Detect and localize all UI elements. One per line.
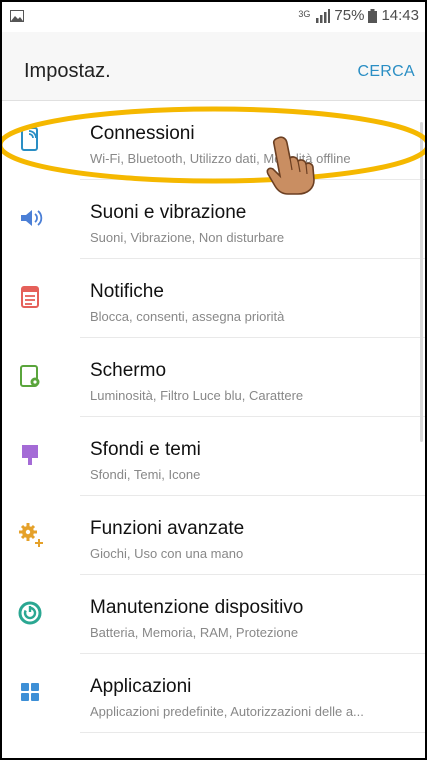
wallpaper-icon — [22, 445, 38, 465]
settings-list: Connessioni Wi-Fi, Bluetooth, Utilizzo d… — [2, 101, 425, 733]
item-subtitle: Applicazioni predefinite, Autorizzazioni… — [90, 704, 364, 719]
pointing-hand-icon — [266, 136, 315, 195]
settings-item-device-maintenance[interactable]: Manutenzione dispositivo Batteria, Memor… — [18, 575, 425, 654]
settings-item-advanced-features[interactable]: Funzioni avanzate Giochi, Uso con una ma… — [19, 496, 425, 575]
device-maintenance-icon — [18, 601, 42, 625]
settings-item-wallpapers[interactable]: Sfondi e temi Sfondi, Temi, Icone — [22, 417, 425, 496]
display-icon — [20, 365, 40, 387]
app-bar: Impostaz. CERCA — [2, 32, 425, 101]
clock: 14:43 — [381, 7, 419, 24]
item-title: Applicazioni — [90, 676, 192, 697]
item-title: Schermo — [90, 360, 167, 381]
item-title: Suoni e vibrazione — [90, 202, 247, 223]
signal-icon — [316, 8, 331, 23]
item-title: Notifiche — [90, 281, 164, 302]
image-icon — [10, 9, 24, 26]
item-subtitle: Giochi, Uso con una mano — [90, 546, 244, 561]
settings-item-display[interactable]: Schermo Luminosità, Filtro Luce blu, Car… — [20, 338, 425, 417]
settings-item-sounds[interactable]: Suoni e vibrazione Suoni, Vibrazione, No… — [21, 180, 425, 259]
advanced-features-icon — [19, 523, 43, 547]
network-type: 3G — [298, 8, 311, 19]
status-bar: 3G 75% 14:43 — [2, 2, 425, 32]
settings-item-applications[interactable]: Applicazioni Applicazioni predefinite, A… — [21, 654, 425, 733]
phone-screen: 3G 75% 14:43 Impostaz. CERCA Connessioni… — [0, 0, 427, 760]
item-subtitle: Sfondi, Temi, Icone — [90, 467, 201, 482]
highlight-oval — [2, 106, 425, 184]
notification-icon — [21, 286, 39, 308]
battery-percent: 75% — [334, 7, 365, 24]
item-subtitle: Batteria, Memoria, RAM, Protezione — [90, 625, 299, 640]
status-right: 3G 75% 14:43 — [298, 7, 419, 24]
page-title: Impostaz. — [24, 60, 111, 82]
sound-icon — [21, 210, 43, 226]
item-title: Sfondi e temi — [90, 439, 201, 460]
battery-icon — [368, 8, 378, 23]
item-title: Manutenzione dispositivo — [90, 597, 304, 618]
item-subtitle: Blocca, consenti, assegna priorità — [90, 309, 285, 324]
item-title: Funzioni avanzate — [90, 518, 245, 539]
item-subtitle: Luminosità, Filtro Luce blu, Carattere — [90, 388, 304, 403]
item-subtitle: Suoni, Vibrazione, Non disturbare — [90, 230, 285, 245]
apps-icon — [21, 683, 39, 701]
search-button[interactable]: CERCA — [357, 63, 415, 81]
settings-item-notifications[interactable]: Notifiche Blocca, consenti, assegna prio… — [21, 259, 425, 338]
